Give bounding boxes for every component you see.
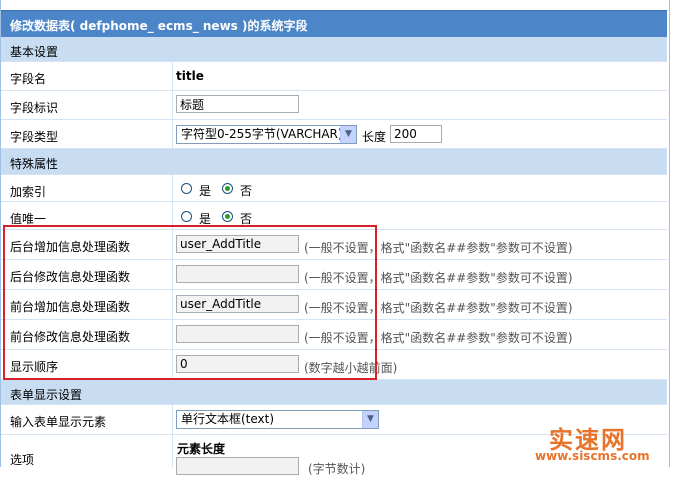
- row-admin-add-func: 后台增加信息处理函数 (一般不设置，格式"函数名##参数"参数可不设置): [1, 230, 667, 260]
- column-divider: [172, 290, 173, 319]
- field-type-select[interactable]: 字符型0-255字节(VARCHAR) ▼: [176, 125, 357, 144]
- field-type-selected: 字符型0-255字节(VARCHAR): [181, 127, 343, 141]
- section-special-label: 特殊属性: [10, 157, 59, 171]
- index-no-radio[interactable]: [222, 183, 233, 194]
- index-label: 加索引: [10, 185, 47, 199]
- index-no-label: 否: [240, 184, 253, 198]
- column-divider: [172, 230, 173, 259]
- row-front-edit-func: 前台修改信息处理函数 (一般不设置，格式"函数名##参数"参数可不设置): [1, 320, 667, 350]
- field-name-label: 字段名: [10, 72, 47, 86]
- row-front-add-func: 前台增加信息处理函数 (一般不设置，格式"函数名##参数"参数可不设置): [1, 290, 667, 320]
- input-element-label: 输入表单显示元素: [10, 415, 107, 429]
- field-ident-input[interactable]: [176, 95, 299, 113]
- options-label: 选项: [10, 453, 35, 467]
- admin-add-func-hint: (一般不设置，格式"函数名##参数"参数可不设置): [304, 241, 573, 255]
- section-basic-label: 基本设置: [10, 45, 59, 59]
- table-title: 修改数据表( defphome_ ecms_ news )的系统字段: [10, 19, 308, 33]
- section-special: 特殊属性: [1, 149, 667, 175]
- section-basic: 基本设置: [1, 37, 667, 62]
- column-divider: [172, 175, 173, 201]
- field-type-label: 字段类型: [10, 130, 59, 144]
- front-add-func-hint: (一般不设置，格式"函数名##参数"参数可不设置): [304, 301, 573, 315]
- unique-yes-label: 是: [199, 212, 212, 226]
- column-divider: [172, 202, 173, 229]
- column-divider: [172, 91, 173, 119]
- row-display-order: 显示顺序 (数字越小越前面): [1, 350, 667, 380]
- index-yes-radio[interactable]: [181, 183, 192, 194]
- section-form: 表单显示设置: [1, 380, 667, 405]
- admin-add-func-label: 后台增加信息处理函数: [10, 240, 131, 254]
- chevron-down-icon[interactable]: ▼: [340, 126, 356, 143]
- index-yes-label: 是: [199, 184, 212, 198]
- element-length-hint: (字节数计): [308, 462, 366, 476]
- column-divider: [172, 350, 173, 379]
- row-field-type: 字段类型 字符型0-255字节(VARCHAR) ▼ 长度: [1, 120, 667, 149]
- row-field-name: 字段名 title: [1, 62, 667, 91]
- unique-no-label: 否: [240, 212, 253, 226]
- display-order-input[interactable]: [176, 355, 299, 373]
- column-divider: [172, 62, 173, 90]
- input-element-selected: 单行文本框(text): [181, 412, 275, 426]
- watermark-url: www.siscms.com: [535, 449, 650, 463]
- row-unique: 值唯一 是 否: [1, 202, 667, 230]
- column-divider: [172, 435, 173, 467]
- front-edit-func-label: 前台修改信息处理函数: [10, 330, 131, 344]
- field-ident-label: 字段标识: [10, 101, 59, 115]
- column-divider: [172, 260, 173, 289]
- length-label: 长度: [362, 130, 387, 144]
- element-length-input[interactable]: [176, 457, 299, 475]
- row-index: 加索引 是 否: [1, 175, 667, 202]
- admin-edit-func-input[interactable]: [176, 265, 299, 283]
- row-field-ident: 字段标识: [1, 91, 667, 120]
- admin-add-func-input[interactable]: [176, 235, 299, 253]
- unique-label: 值唯一: [10, 212, 47, 226]
- unique-yes-radio[interactable]: [181, 211, 192, 222]
- front-edit-func-hint: (一般不设置，格式"函数名##参数"参数可不设置): [304, 331, 573, 345]
- element-length-label: 元素长度: [177, 442, 226, 456]
- row-admin-edit-func: 后台修改信息处理函数 (一般不设置，格式"函数名##参数"参数可不设置): [1, 260, 667, 290]
- chevron-down-icon[interactable]: ▼: [362, 411, 378, 428]
- input-element-select[interactable]: 单行文本框(text) ▼: [176, 410, 379, 429]
- admin-edit-func-hint: (一般不设置，格式"函数名##参数"参数可不设置): [304, 271, 573, 285]
- column-divider: [172, 405, 173, 434]
- field-name-value: title: [176, 69, 204, 83]
- section-form-label: 表单显示设置: [10, 388, 83, 402]
- front-add-func-label: 前台增加信息处理函数: [10, 300, 131, 314]
- display-order-hint: (数字越小越前面): [304, 361, 398, 375]
- front-edit-func-input[interactable]: [176, 325, 299, 343]
- table-title-bar: 修改数据表( defphome_ ecms_ news )的系统字段: [1, 10, 667, 37]
- column-divider: [172, 320, 173, 349]
- length-input[interactable]: [390, 125, 442, 143]
- admin-edit-func-label: 后台修改信息处理函数: [10, 270, 131, 284]
- display-order-label: 显示顺序: [10, 360, 59, 374]
- column-divider: [172, 120, 173, 148]
- front-add-func-input[interactable]: [176, 295, 299, 313]
- unique-no-radio[interactable]: [222, 211, 233, 222]
